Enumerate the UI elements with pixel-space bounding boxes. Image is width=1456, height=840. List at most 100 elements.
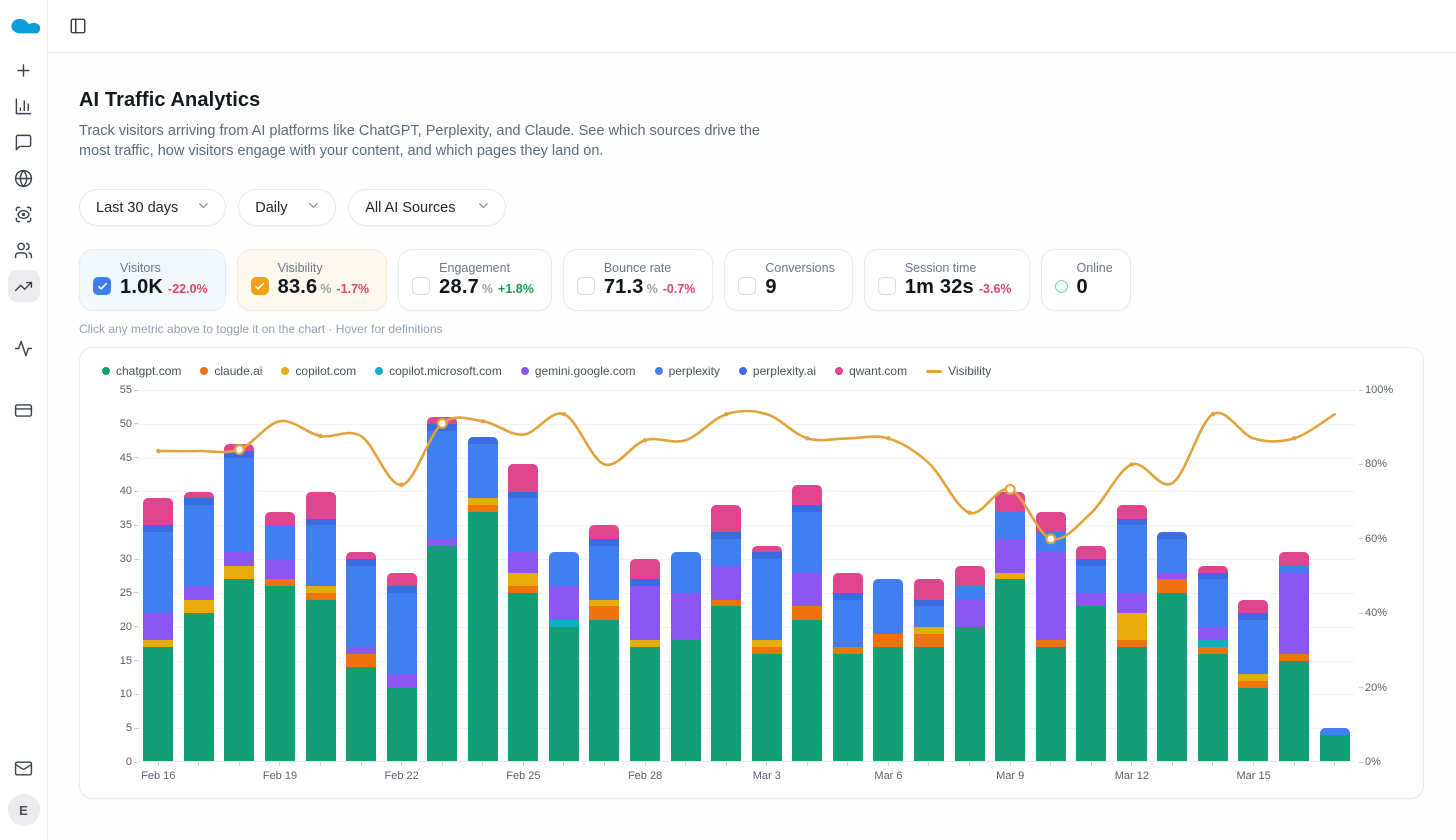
- x-axis-label: Feb 19: [263, 770, 297, 782]
- sidebar-item-traffic-analytics[interactable]: [8, 270, 40, 302]
- legend-item-chatgpt-com: chatgpt.com: [102, 364, 181, 378]
- bar-segment-gemini-google-com: [995, 539, 1025, 573]
- metric-label: Online: [1077, 261, 1113, 275]
- legend-label: copilot.com: [295, 364, 356, 378]
- cloud-logo[interactable]: [7, 10, 41, 36]
- metric-card-visitors[interactable]: Visitors 1.0K -22.0%: [79, 249, 226, 311]
- legend-dot: [655, 367, 663, 375]
- legend-label: qwant.com: [849, 364, 907, 378]
- bar-segment-perplexity: [1238, 620, 1268, 674]
- left-axis-tick: 40: [120, 485, 138, 497]
- chart-plot-wrap: 0510152025303540455055 0%20%40%60%80%100…: [100, 390, 1403, 762]
- bar-segment-perplexity: [1157, 539, 1187, 573]
- metric-value: 28.7: [439, 276, 479, 299]
- metric-card-conversions[interactable]: Conversions 9: [724, 249, 852, 311]
- bar-segment-chatgpt-com: [1036, 647, 1066, 762]
- filter-dropdown-all-ai-sources[interactable]: All AI Sources: [348, 189, 506, 226]
- mail-icon[interactable]: [8, 752, 40, 784]
- sidebar-item-billing[interactable]: [8, 394, 40, 426]
- bar-segment-qwant-com: [955, 566, 985, 586]
- metric-card-session-time[interactable]: Session time 1m 32s -3.6%: [864, 249, 1030, 311]
- bar-segment-perplexity-ai: [387, 586, 417, 593]
- left-axis-tick: 0: [126, 756, 138, 768]
- metric-checkbox-checked[interactable]: [251, 277, 269, 295]
- sidebar-item-reports[interactable]: [8, 90, 40, 122]
- bar-segment-perplexity: [711, 539, 741, 566]
- bar-segment-perplexity: [995, 512, 1025, 539]
- filter-dropdown-daily[interactable]: Daily: [238, 189, 336, 226]
- stacked-bar-feb-16: [143, 498, 173, 762]
- bar-segment-perplexity-ai: [1076, 559, 1106, 566]
- metric-checkbox-unchecked[interactable]: [878, 277, 896, 295]
- page-title: AI Traffic Analytics: [79, 89, 1424, 112]
- metric-delta: -22.0%: [168, 282, 208, 296]
- bar-segment-claude-ai: [1117, 640, 1147, 647]
- bar-segment-qwant-com: [508, 464, 538, 491]
- sidebar-item-activity[interactable]: [8, 332, 40, 364]
- metric-checkbox-unchecked[interactable]: [412, 277, 430, 295]
- stacked-bar-feb-21: [346, 552, 376, 762]
- sidebar-item-new[interactable]: [8, 54, 40, 86]
- bar-segment-perplexity: [752, 559, 782, 640]
- bar-segment-perplexity: [1198, 579, 1228, 626]
- bar-segment-perplexity-ai: [711, 532, 741, 539]
- bar-segment-gemini-google-com: [1117, 593, 1147, 613]
- x-axis-label: Mar 6: [874, 770, 902, 782]
- bar-segment-chatgpt-com: [184, 613, 214, 762]
- sidebar-item-audience[interactable]: [8, 234, 40, 266]
- x-axis-ticks: [138, 762, 1355, 767]
- panel-left-icon[interactable]: [64, 12, 92, 40]
- bar-segment-qwant-com: [387, 573, 417, 587]
- sidebar-item-monitor[interactable]: [8, 198, 40, 230]
- metric-card-engagement[interactable]: Engagement 28.7 % +1.8%: [398, 249, 552, 311]
- bar-segment-claude-ai: [1036, 640, 1066, 647]
- bar-segment-claude-ai: [1238, 681, 1268, 688]
- bar-segment-gemini-google-com: [1279, 573, 1309, 654]
- filter-dropdown-last-30-days[interactable]: Last 30 days: [79, 189, 226, 226]
- bar-segment-perplexity: [468, 444, 498, 498]
- bar-segment-perplexity-ai: [184, 498, 214, 505]
- bar-segment-qwant-com: [995, 492, 1025, 512]
- left-axis-tick: 45: [120, 452, 138, 464]
- stacked-bar-feb-27: [589, 525, 619, 762]
- sidebar-item-messages[interactable]: [8, 126, 40, 158]
- bar-segment-qwant-com: [184, 492, 214, 499]
- bar-segment-perplexity-ai: [508, 492, 538, 499]
- metric-checkbox-unchecked[interactable]: [577, 277, 595, 295]
- metric-delta: -1.7%: [337, 282, 370, 296]
- bar-segment-gemini-google-com: [671, 593, 701, 640]
- left-axis-tick: 20: [120, 621, 138, 633]
- chart-card: chatgpt.comclaude.aicopilot.comcopilot.m…: [79, 347, 1424, 799]
- chart-legend: chatgpt.comclaude.aicopilot.comcopilot.m…: [100, 364, 1403, 378]
- metric-card-visibility[interactable]: Visibility 83.6 % -1.7%: [237, 249, 388, 311]
- metric-unit: %: [647, 282, 658, 296]
- metric-value: 71.3: [604, 276, 644, 299]
- stacked-bar-feb-23: [427, 417, 457, 762]
- stacked-bar-mar-11: [1076, 546, 1106, 762]
- bar-segment-chatgpt-com: [955, 627, 985, 762]
- bar-segment-gemini-google-com: [1076, 593, 1106, 607]
- chart-plot: [138, 390, 1355, 762]
- metric-card-bounce-rate[interactable]: Bounce rate 71.3 % -0.7%: [563, 249, 714, 311]
- sidebar-item-web[interactable]: [8, 162, 40, 194]
- metric-unit: %: [482, 282, 493, 296]
- bar-segment-perplexity: [306, 525, 336, 586]
- bar-segment-perplexity: [955, 586, 985, 600]
- bar-segment-perplexity: [508, 498, 538, 552]
- metric-value: 1m 32s: [905, 276, 974, 299]
- stacked-bar-feb-24: [468, 437, 498, 762]
- avatar[interactable]: E: [8, 794, 40, 826]
- bar-segment-chatgpt-com: [873, 647, 903, 762]
- credit-card-icon: [14, 401, 33, 420]
- bar-segment-chatgpt-com: [1157, 593, 1187, 762]
- bar-segment-qwant-com: [914, 579, 944, 599]
- page-description: Track visitors arriving from AI platform…: [79, 121, 769, 161]
- stacked-bar-feb-28: [630, 559, 660, 762]
- bar-segment-copilot-com: [508, 573, 538, 587]
- metric-card-online[interactable]: Online 0: [1041, 249, 1131, 311]
- metric-value: 83.6: [278, 276, 318, 299]
- right-axis-tick: 80%: [1359, 458, 1387, 470]
- bar-segment-chatgpt-com: [1198, 654, 1228, 762]
- metric-checkbox-checked[interactable]: [93, 277, 111, 295]
- metric-checkbox-unchecked[interactable]: [738, 277, 756, 295]
